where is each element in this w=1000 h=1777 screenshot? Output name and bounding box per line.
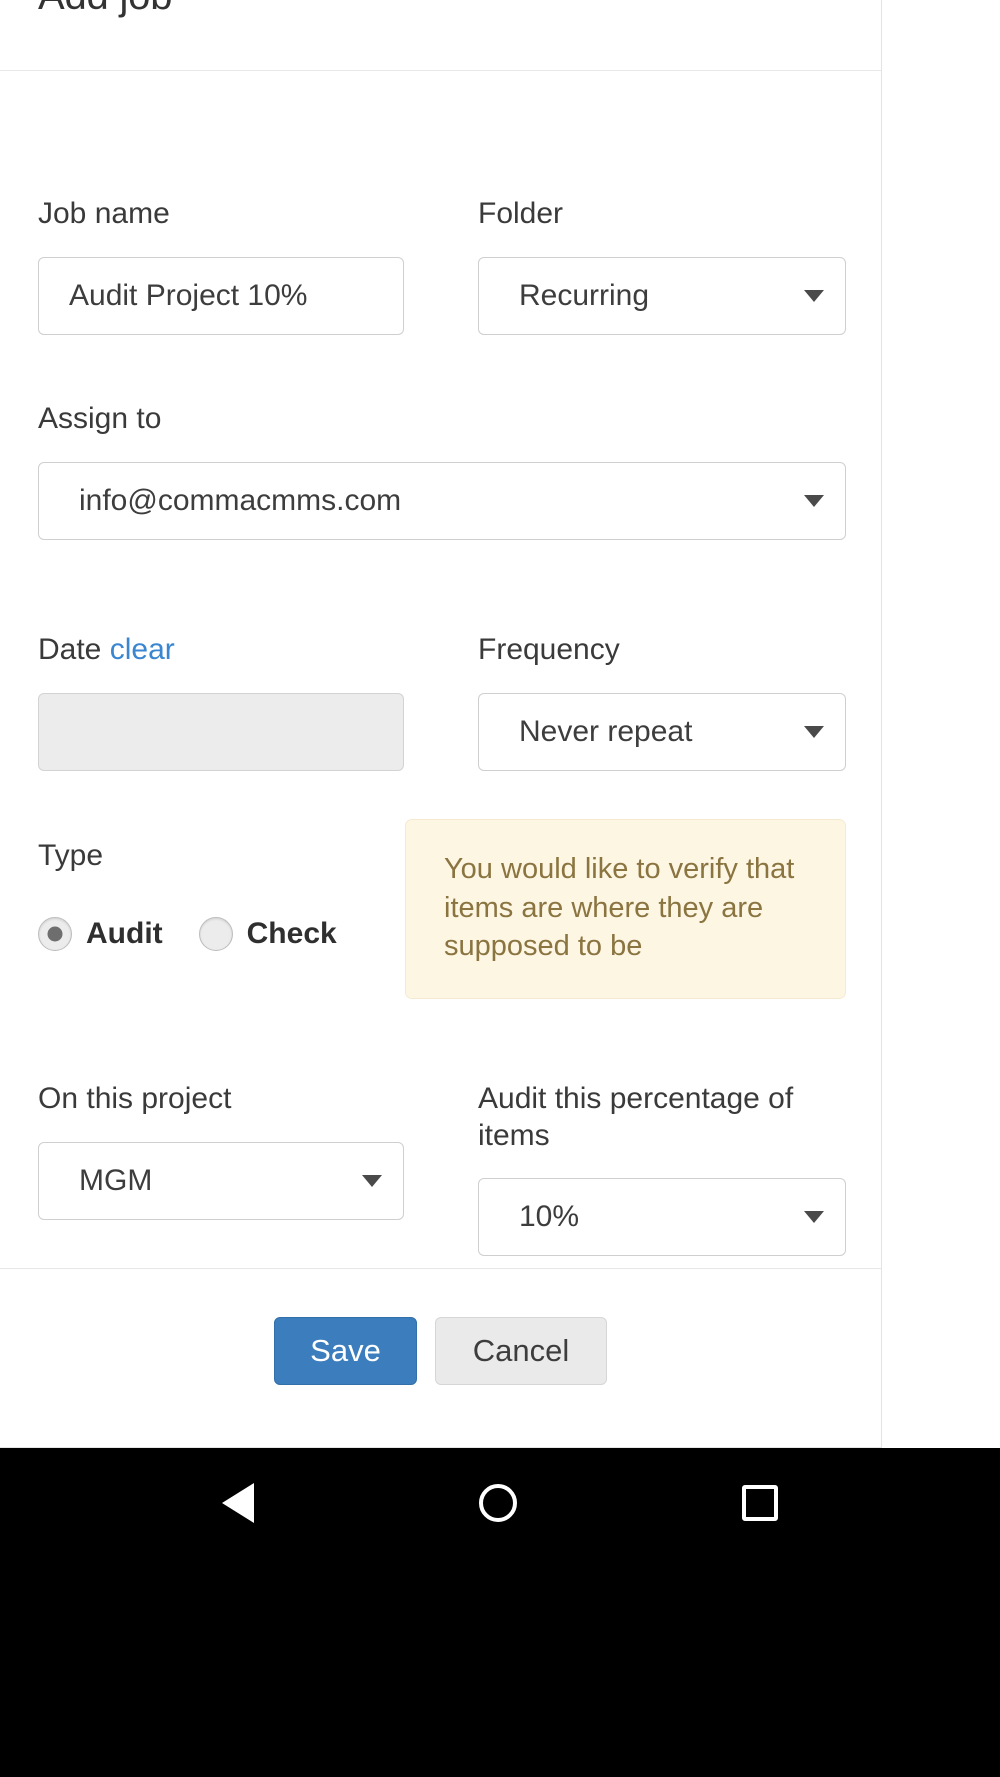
radio-check-label[interactable]: Check <box>247 917 337 951</box>
type-radio-group: Audit Check <box>38 916 398 951</box>
android-navigation-bar <box>0 1448 1000 1777</box>
field-folder: Folder Recurring <box>478 196 846 335</box>
nav-icon-group <box>0 1448 1000 1558</box>
radio-check[interactable] <box>198 916 233 951</box>
dialog-header: Add job <box>0 0 881 71</box>
dialog-title: Add job <box>38 0 172 19</box>
chevron-down-icon <box>804 289 824 302</box>
date-clear-link[interactable]: clear <box>110 633 175 666</box>
folder-select[interactable]: Recurring <box>478 256 846 335</box>
recent-apps-icon[interactable] <box>741 1485 778 1521</box>
audit-percentage-select-value[interactable]: 10% <box>478 1178 846 1257</box>
cancel-button[interactable]: Cancel <box>435 1317 607 1385</box>
save-button[interactable]: Save <box>274 1317 417 1385</box>
job-name-label: Job name <box>38 197 170 230</box>
frequency-select-value[interactable]: Never repeat <box>478 692 846 771</box>
date-label: Date clear <box>38 632 404 669</box>
folder-label: Folder <box>478 197 564 230</box>
field-job-name: Job name <box>38 196 404 335</box>
app-screen: Add job Job name Folder Recurring Assign… <box>0 0 1000 1777</box>
radio-audit[interactable] <box>38 916 72 951</box>
chevron-down-icon <box>362 1174 382 1187</box>
project-label: On this project <box>38 1082 232 1115</box>
footer-button-group: Save Cancel <box>0 1317 881 1385</box>
home-icon[interactable] <box>478 1484 517 1522</box>
field-date: Date clear <box>38 632 404 771</box>
date-input[interactable] <box>38 692 404 771</box>
project-select-value[interactable]: MGM <box>38 1141 404 1220</box>
date-label-text: Date <box>38 633 102 666</box>
type-help-note: You would like to verify that items are … <box>405 819 846 999</box>
field-audit-percentage: Audit this percentage of items 10% <box>478 1081 846 1257</box>
frequency-label: Frequency <box>478 633 620 666</box>
chevron-down-icon <box>804 1211 824 1224</box>
type-label: Type <box>38 839 104 872</box>
chevron-down-icon <box>804 494 824 507</box>
field-assign-to: Assign to info@commacmms.com <box>38 401 846 540</box>
radio-audit-label[interactable]: Audit <box>86 917 163 951</box>
audit-percentage-select[interactable]: 10% <box>478 1178 846 1257</box>
field-frequency: Frequency Never repeat <box>478 632 846 771</box>
dialog-footer: Save Cancel <box>0 1268 881 1447</box>
field-project: On this project MGM <box>38 1081 404 1220</box>
frequency-select[interactable]: Never repeat <box>478 692 846 771</box>
job-name-input[interactable] <box>38 256 404 335</box>
field-type: Type Audit Check <box>38 838 398 951</box>
dialog-body: Job name Folder Recurring Assign to info… <box>0 71 881 1268</box>
audit-percentage-label: Audit this percentage of items <box>478 1082 794 1152</box>
folder-select-value[interactable]: Recurring <box>478 256 846 335</box>
assign-to-select[interactable]: info@commacmms.com <box>38 461 846 540</box>
note-text: You would like to verify that items are … <box>405 819 846 999</box>
assign-to-select-value[interactable]: info@commacmms.com <box>38 461 846 540</box>
chevron-down-icon <box>804 725 824 738</box>
add-job-dialog: Add job Job name Folder Recurring Assign… <box>0 0 882 1448</box>
assign-to-label: Assign to <box>38 402 162 435</box>
back-icon[interactable] <box>222 1483 255 1523</box>
project-select[interactable]: MGM <box>38 1141 404 1220</box>
